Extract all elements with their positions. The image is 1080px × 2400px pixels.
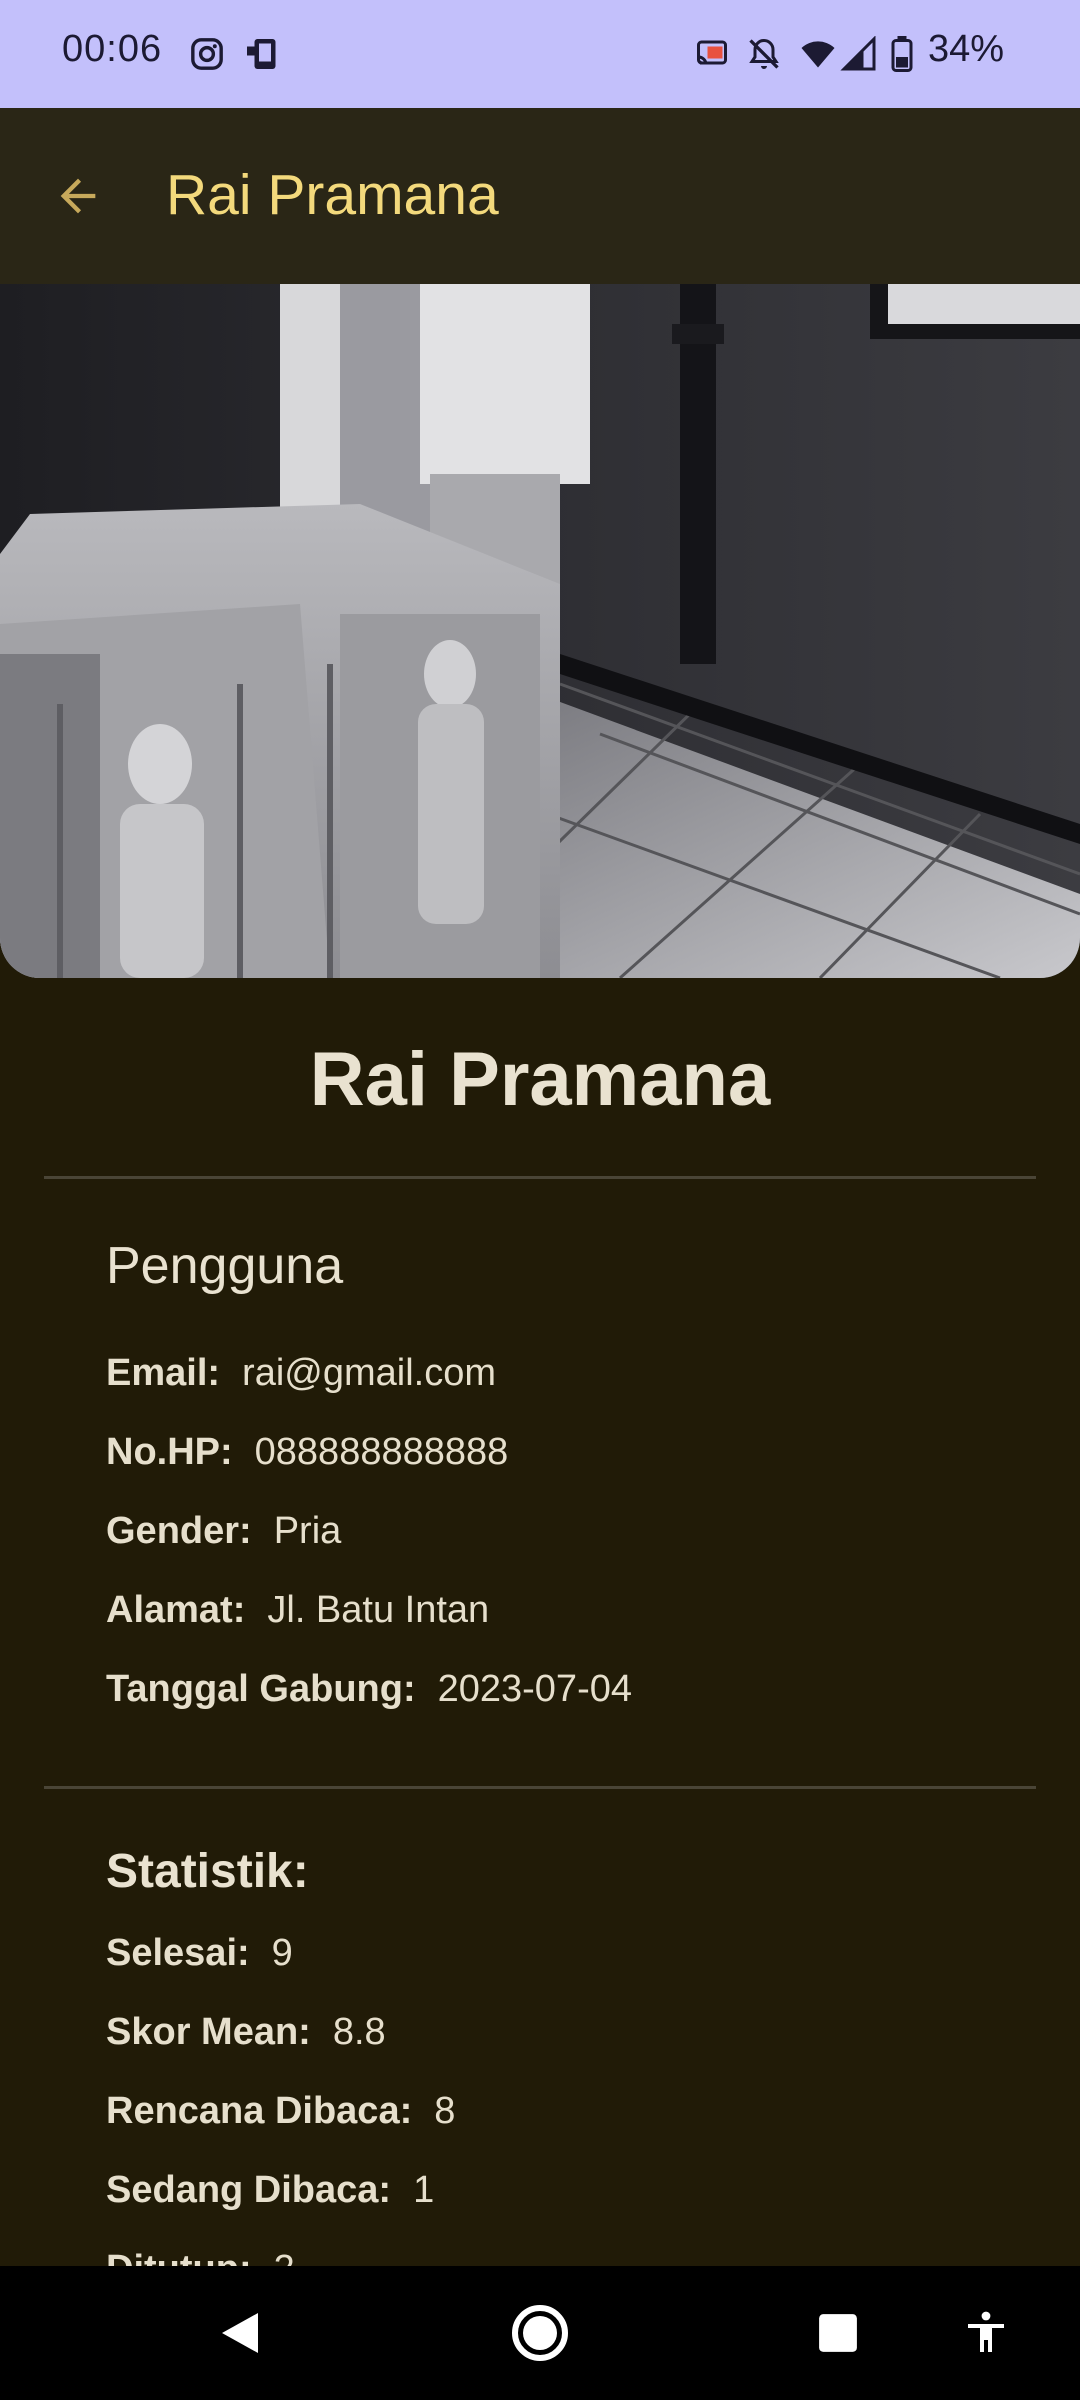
join-date-row: Tanggal Gabung: 2023-07-04 (106, 1668, 632, 1711)
signal-icon (840, 36, 876, 71)
join-date-label: Tanggal Gabung: (106, 1668, 416, 1710)
profile-content: Rai Pramana Pengguna Email: rai@gmail.com… (0, 978, 1080, 2266)
nav-recents-button[interactable] (778, 2266, 898, 2400)
address-value: Jl. Batu Intan (267, 1589, 490, 1631)
cover-photo-image (0, 284, 1080, 978)
system-navigation-bar (0, 2266, 1080, 2400)
instagram-icon (191, 38, 223, 70)
email-row: Email: rai@gmail.com (106, 1352, 496, 1395)
app-bar-title: Rai Pramana (166, 163, 499, 227)
phone-update-icon (247, 39, 276, 69)
accessibility-icon (968, 2311, 1004, 2352)
stat-label: Ditutup: (106, 2248, 252, 2266)
stat-row-mean-score: Skor Mean: 8.8 (106, 2011, 386, 2054)
stat-label: Selesai: (106, 1932, 250, 1974)
nav-home-button[interactable] (480, 2266, 600, 2400)
profile-cover-photo (0, 284, 1080, 978)
wifi-icon (801, 41, 835, 68)
address-row: Alamat: Jl. Batu Intan (106, 1589, 489, 1632)
status-time: 00:06 (62, 28, 163, 70)
nav-back-button[interactable] (180, 2266, 300, 2400)
stat-label: Rencana Dibaca: (106, 2090, 413, 2132)
battery-icon (891, 36, 913, 72)
stat-label: Skor Mean: (106, 2011, 311, 2053)
address-label: Alamat: (106, 1589, 246, 1631)
top-app-bar: Rai Pramana (0, 108, 1080, 284)
stat-value: 8 (434, 2090, 456, 2132)
gender-value: Pria (273, 1510, 342, 1552)
gender-row: Gender: Pria (106, 1510, 341, 1553)
email-value: rai@gmail.com (242, 1352, 497, 1394)
stat-label: Sedang Dibaca: (106, 2169, 392, 2211)
status-bar: 00:06 34% (0, 0, 1080, 108)
stat-row-completed: Selesai: 9 (106, 1932, 293, 1975)
stats-section-title: Statistik: (106, 1845, 309, 1898)
stat-value: 8.8 (332, 2011, 386, 2053)
phone-value: 088888888888 (254, 1431, 509, 1473)
divider (44, 1786, 1036, 1789)
stat-row-reading: Sedang Dibaca: 1 (106, 2169, 434, 2212)
profile-name: Rai Pramana (309, 1037, 771, 1122)
stat-row-plan-to-read: Rencana Dibaca: 8 (106, 2090, 455, 2133)
recents-square-icon (819, 2314, 857, 2352)
email-label: Email: (106, 1352, 221, 1394)
divider (44, 1176, 1036, 1179)
stat-value: 2 (274, 2248, 295, 2266)
back-button[interactable] (40, 158, 116, 234)
join-date-value: 2023-07-04 (437, 1668, 632, 1710)
phone-label: No.HP: (106, 1431, 233, 1473)
nav-accessibility-button[interactable] (926, 2266, 1046, 2400)
home-circle-icon (512, 2305, 568, 2361)
stat-value: 9 (271, 1932, 293, 1974)
gender-label: Gender: (106, 1510, 252, 1552)
user-section-title: Pengguna (106, 1237, 344, 1295)
stat-row-closed: Ditutup: 2 (106, 2248, 295, 2266)
phone-row: No.HP: 088888888888 (106, 1431, 508, 1474)
back-triangle-icon (222, 2313, 258, 2353)
battery-percentage: 34% (927, 28, 1004, 70)
silent-bell-icon (749, 38, 779, 69)
cast-icon (697, 40, 727, 65)
arrow-back-icon (60, 178, 96, 214)
stat-value: 1 (413, 2169, 435, 2211)
